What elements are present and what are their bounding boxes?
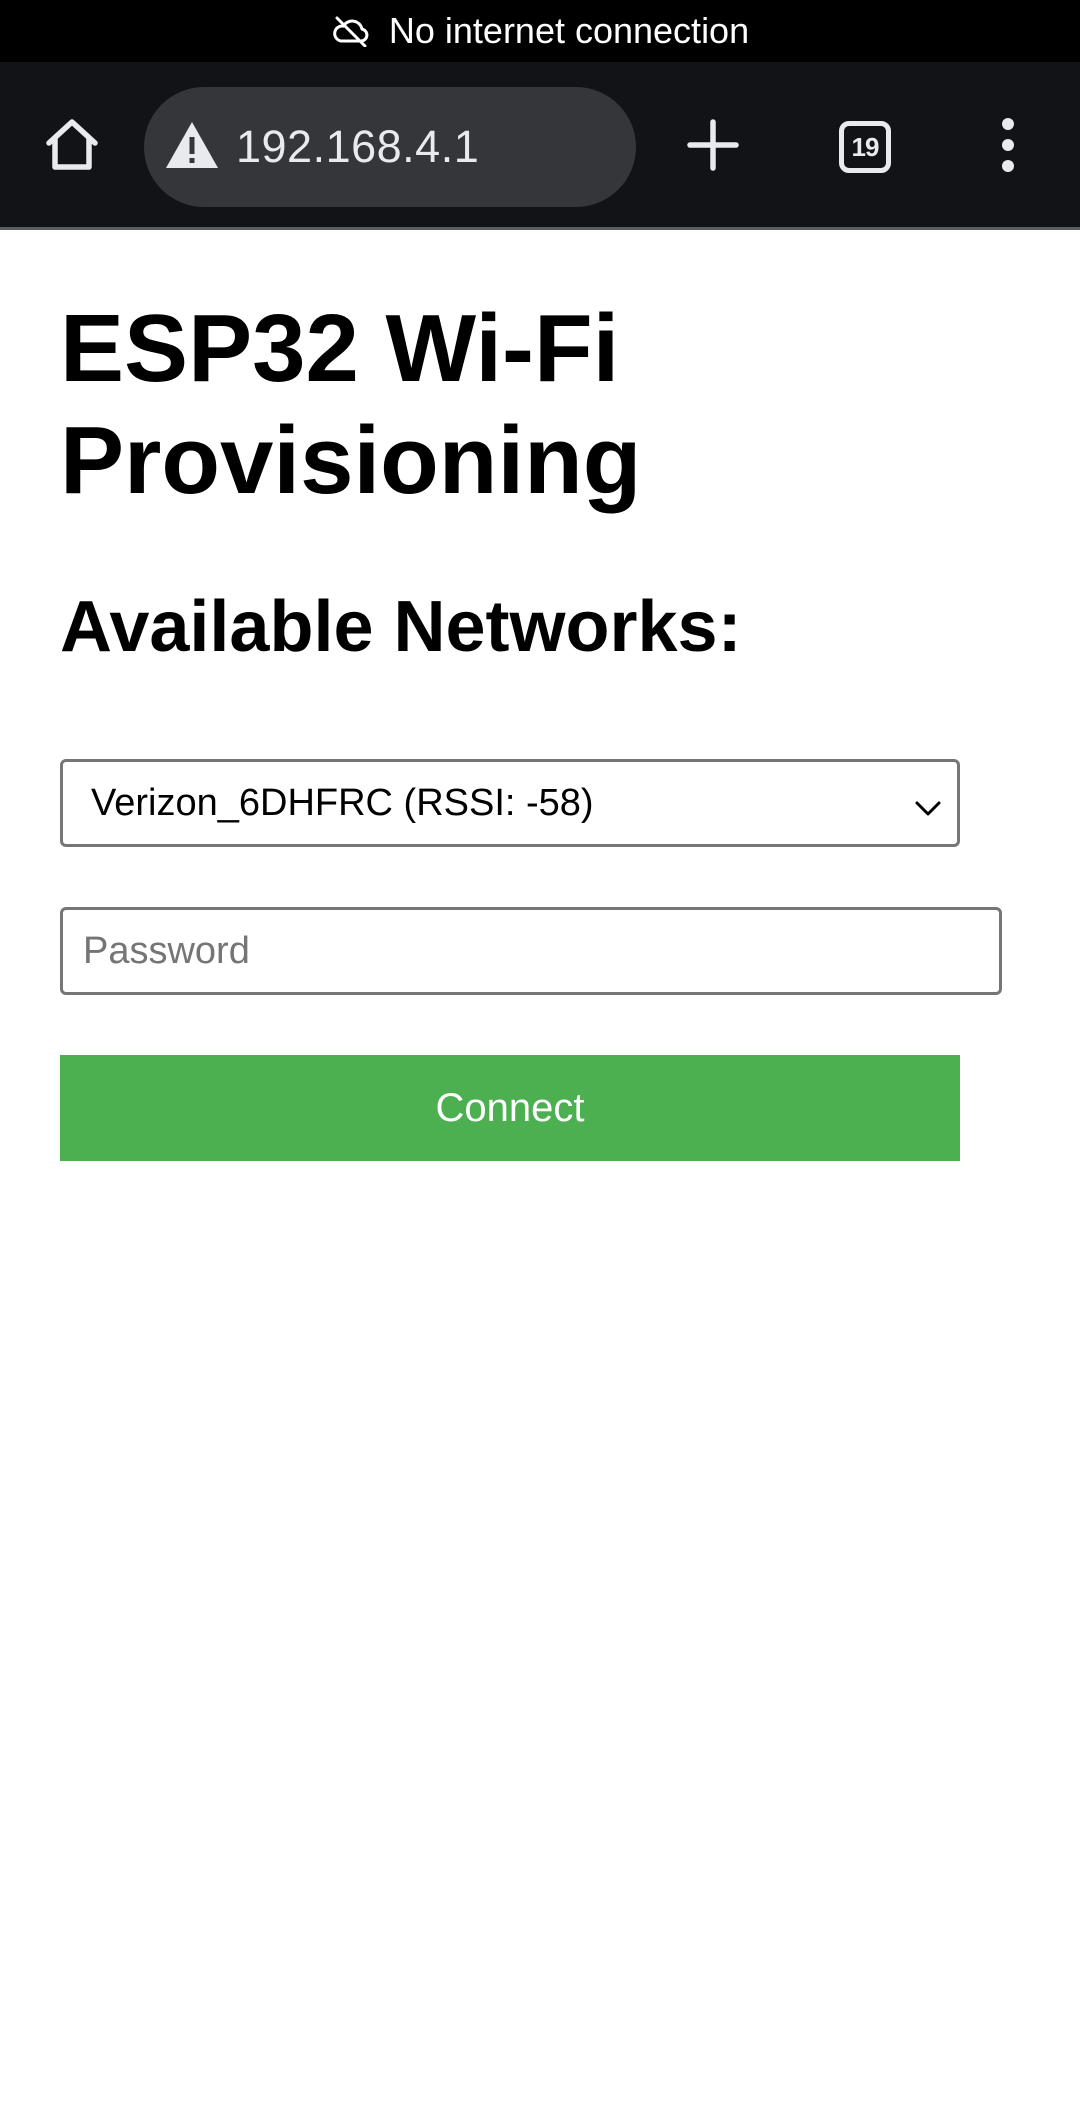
address-bar[interactable]: 192.168.4.1 <box>144 87 636 207</box>
home-button[interactable] <box>32 102 112 190</box>
home-icon <box>43 115 101 178</box>
network-select-value: Verizon_6DHFRC (RSSI: -58) <box>91 781 594 824</box>
plus-icon <box>687 118 739 176</box>
tab-switcher-button[interactable]: 19 <box>820 102 910 192</box>
status-text: No internet connection <box>388 10 750 51</box>
menu-button[interactable] <box>968 102 1048 192</box>
more-vert-icon <box>1000 117 1016 178</box>
page-title: ESP32 Wi-Fi Provisioning <box>60 295 642 514</box>
password-input[interactable] <box>60 907 1002 995</box>
cloud-off-icon <box>331 15 371 47</box>
network-select[interactable]: Verizon_6DHFRC (RSSI: -58) <box>60 759 960 847</box>
browser-toolbar: 192.168.4.1 19 <box>0 62 1080 230</box>
tab-count: 19 <box>839 121 891 173</box>
networks-heading: Available Networks: <box>60 587 742 667</box>
connect-button[interactable]: Connect <box>60 1055 960 1161</box>
status-bar: No internet connection <box>0 0 1080 62</box>
warning-icon[interactable] <box>164 120 220 175</box>
chevron-down-icon <box>913 790 943 833</box>
url-text[interactable]: 192.168.4.1 <box>236 121 479 173</box>
new-tab-button[interactable] <box>668 102 758 192</box>
